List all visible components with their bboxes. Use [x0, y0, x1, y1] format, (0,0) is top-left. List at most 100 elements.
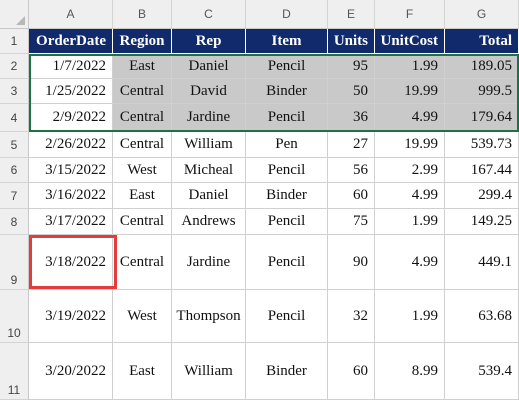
cell-e11[interactable]: 60 — [328, 343, 375, 400]
cell-b6[interactable]: West — [113, 158, 172, 183]
cell-a3[interactable]: 1/25/2022 — [29, 79, 113, 104]
cell-c4[interactable]: Jardine — [172, 104, 246, 132]
cell-c9[interactable]: Jardine — [172, 235, 246, 290]
cell-b2[interactable]: East — [113, 54, 172, 79]
cell-f11[interactable]: 8.99 — [375, 343, 445, 400]
cell-c5[interactable]: William — [172, 132, 246, 158]
cell-c10[interactable]: Thompson — [172, 290, 246, 343]
column-header-d[interactable]: D — [246, 0, 328, 29]
cell-a10[interactable]: 3/19/2022 — [29, 290, 113, 343]
row-header-1[interactable]: 1 — [0, 29, 29, 54]
row-header-10[interactable]: 10 — [0, 290, 29, 343]
cell-b10[interactable]: West — [113, 290, 172, 343]
header-cell-f[interactable]: UnitCost — [375, 29, 445, 54]
row-number: 7 — [10, 188, 18, 203]
header-cell-e[interactable]: Units — [328, 29, 375, 54]
cell-d6[interactable]: Pencil — [246, 158, 328, 183]
row-header-6[interactable]: 6 — [0, 158, 29, 183]
column-header-a[interactable]: A — [29, 0, 113, 29]
cell-g11[interactable]: 539.4 — [445, 343, 519, 400]
cell-c3[interactable]: David — [172, 79, 246, 104]
cell-d9[interactable]: Pencil — [246, 235, 328, 290]
row-header-3[interactable]: 3 — [0, 79, 29, 104]
row-header-5[interactable]: 5 — [0, 132, 29, 158]
cell-e2[interactable]: 95 — [328, 54, 375, 79]
cell-a9[interactable]: 3/18/2022 — [29, 235, 113, 290]
cell-c8[interactable]: Andrews — [172, 209, 246, 235]
cell-b4[interactable]: Central — [113, 104, 172, 132]
row-header-9[interactable]: 9 — [0, 235, 29, 290]
header-cell-d[interactable]: Item — [246, 29, 328, 54]
cell-f4[interactable]: 4.99 — [375, 104, 445, 132]
cell-d11[interactable]: Binder — [246, 343, 328, 400]
row-header-7[interactable]: 7 — [0, 183, 29, 209]
cell-e5[interactable]: 27 — [328, 132, 375, 158]
cell-e7[interactable]: 60 — [328, 183, 375, 209]
cell-e8[interactable]: 75 — [328, 209, 375, 235]
column-header-b[interactable]: B — [113, 0, 172, 29]
column-header-f[interactable]: F — [375, 0, 445, 29]
header-cell-b[interactable]: Region — [113, 29, 172, 54]
cell-d2[interactable]: Pencil — [246, 54, 328, 79]
column-header-c[interactable]: C — [172, 0, 246, 29]
cell-b11[interactable]: East — [113, 343, 172, 400]
cell-b9[interactable]: Central — [113, 235, 172, 290]
row-header-2[interactable]: 2 — [0, 54, 29, 79]
cell-g9[interactable]: 449.1 — [445, 235, 519, 290]
cell-e6[interactable]: 56 — [328, 158, 375, 183]
column-header-e[interactable]: E — [328, 0, 375, 29]
cell-e4[interactable]: 36 — [328, 104, 375, 132]
cell-f10[interactable]: 1.99 — [375, 290, 445, 343]
cell-g4[interactable]: 179.64 — [445, 104, 519, 132]
header-cell-a[interactable]: OrderDate — [29, 29, 113, 54]
cell-d4[interactable]: Pencil — [246, 104, 328, 132]
row-number: 1 — [10, 34, 18, 48]
cell-a7[interactable]: 3/16/2022 — [29, 183, 113, 209]
cell-a6[interactable]: 3/15/2022 — [29, 158, 113, 183]
cell-d5[interactable]: Pen — [246, 132, 328, 158]
cell-g2[interactable]: 189.05 — [445, 54, 519, 79]
cell-f2[interactable]: 1.99 — [375, 54, 445, 79]
cell-f8[interactable]: 1.99 — [375, 209, 445, 235]
cell-g7[interactable]: 299.4 — [445, 183, 519, 209]
cell-e3[interactable]: 50 — [328, 79, 375, 104]
cell-a8[interactable]: 3/17/2022 — [29, 209, 113, 235]
header-cell-c[interactable]: Rep — [172, 29, 246, 54]
cell-e9[interactable]: 90 — [328, 235, 375, 290]
cell-a2[interactable]: 1/7/2022 — [29, 54, 113, 79]
row-header-8[interactable]: 8 — [0, 209, 29, 235]
cell-b3[interactable]: Central — [113, 79, 172, 104]
select-all-triangle-icon — [16, 16, 25, 25]
cell-d8[interactable]: Pencil — [246, 209, 328, 235]
cell-c2[interactable]: Daniel — [172, 54, 246, 79]
cell-b5[interactable]: Central — [113, 132, 172, 158]
select-all-corner[interactable] — [0, 0, 29, 29]
cell-d3[interactable]: Binder — [246, 79, 328, 104]
row-number: 4 — [10, 110, 18, 125]
cell-g3[interactable]: 999.5 — [445, 79, 519, 104]
cell-b8[interactable]: Central — [113, 209, 172, 235]
row-header-4[interactable]: 4 — [0, 104, 29, 132]
cell-a5[interactable]: 2/26/2022 — [29, 132, 113, 158]
cell-d10[interactable]: Pencil — [246, 290, 328, 343]
header-cell-g[interactable]: Total — [445, 29, 519, 54]
cell-d7[interactable]: Binder — [246, 183, 328, 209]
cell-f9[interactable]: 4.99 — [375, 235, 445, 290]
cell-e10[interactable]: 32 — [328, 290, 375, 343]
cell-g5[interactable]: 539.73 — [445, 132, 519, 158]
cell-c6[interactable]: Micheal — [172, 158, 246, 183]
cell-c7[interactable]: Daniel — [172, 183, 246, 209]
cell-b7[interactable]: East — [113, 183, 172, 209]
cell-c11[interactable]: William — [172, 343, 246, 400]
cell-f5[interactable]: 19.99 — [375, 132, 445, 158]
cell-a11[interactable]: 3/20/2022 — [29, 343, 113, 400]
cell-g8[interactable]: 149.25 — [445, 209, 519, 235]
cell-f6[interactable]: 2.99 — [375, 158, 445, 183]
column-header-g[interactable]: G — [445, 0, 519, 29]
cell-a4[interactable]: 2/9/2022 — [29, 104, 113, 132]
row-header-11[interactable]: 11 — [0, 343, 29, 400]
cell-g6[interactable]: 167.44 — [445, 158, 519, 183]
cell-f7[interactable]: 4.99 — [375, 183, 445, 209]
cell-f3[interactable]: 19.99 — [375, 79, 445, 104]
cell-g10[interactable]: 63.68 — [445, 290, 519, 343]
